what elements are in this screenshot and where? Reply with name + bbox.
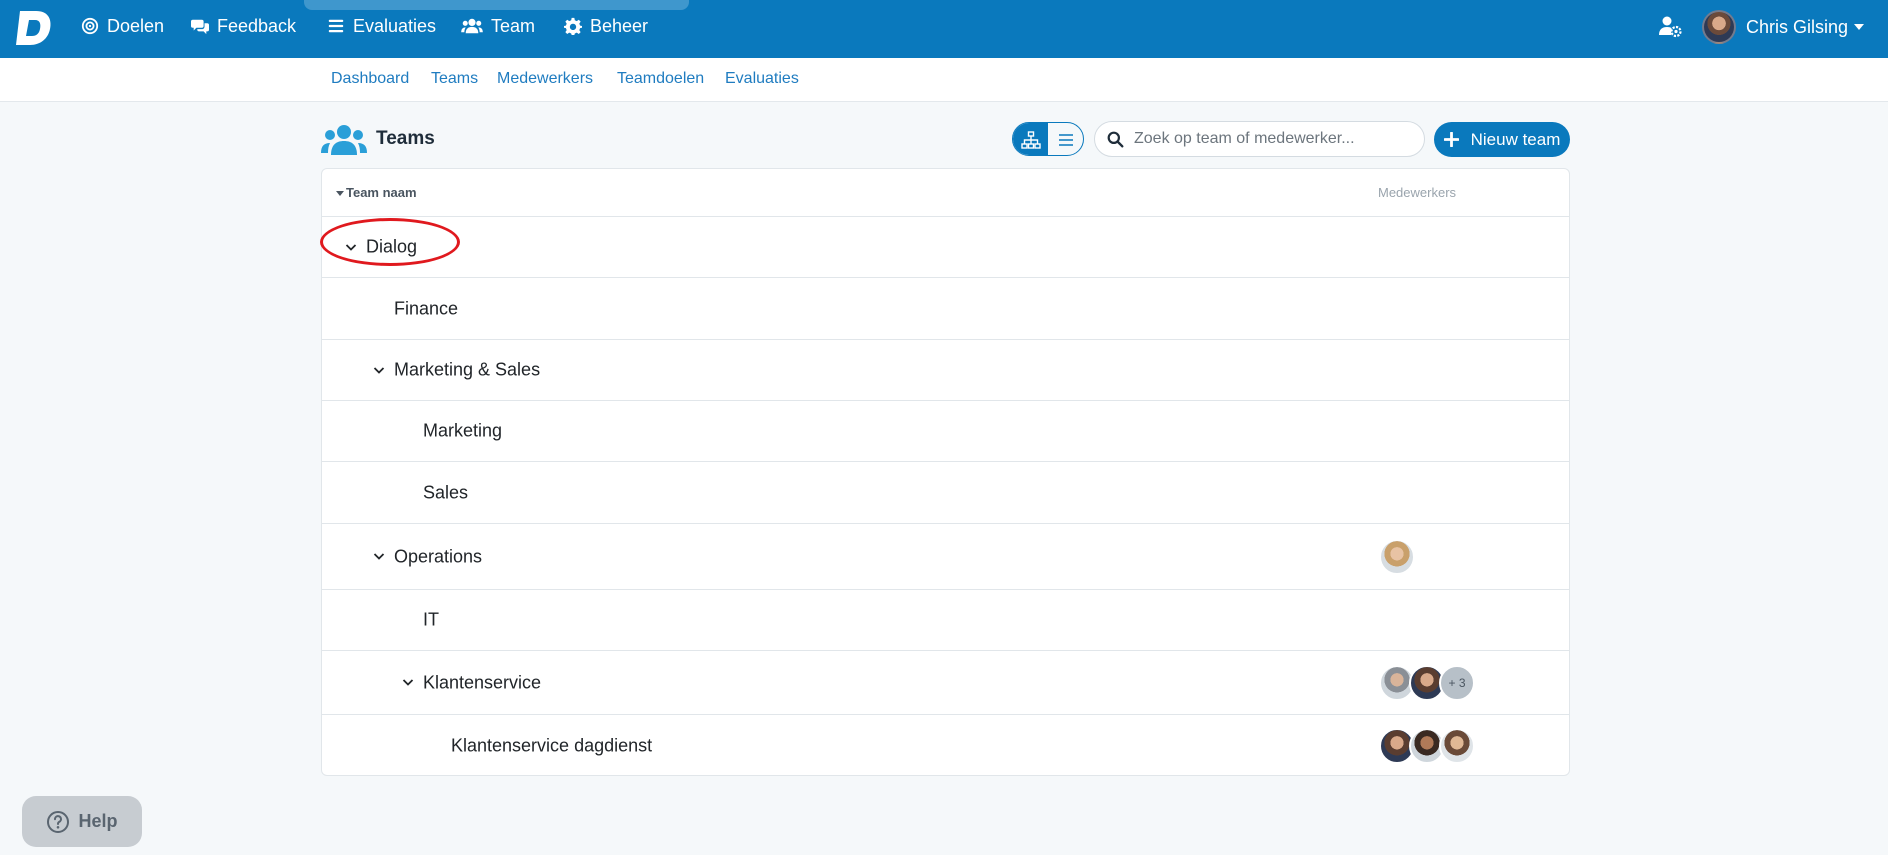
nav-team-label: Team [491,15,536,36]
new-team-button[interactable]: Nieuw team [1434,122,1570,157]
list-icon [328,19,344,33]
search-icon [1107,131,1124,147]
new-team-label: Nieuw team [1470,129,1561,149]
table-row[interactable]: Sales [322,462,1569,524]
sort-caret-icon [336,191,344,196]
top-navbar: Doelen Feedback Evaluaties Team Beheer C… [0,0,1888,58]
chevron-down-icon[interactable] [372,550,386,564]
nav-feedback-label: Feedback [217,15,297,36]
member-avatar[interactable] [1379,538,1415,575]
help-label: Help [78,811,118,831]
sub-navigation: Dashboard Teams Medewerkers Teamdoelen E… [0,58,1888,102]
nav-team[interactable]: Team [461,14,535,38]
chevron-down-icon[interactable] [372,363,386,377]
plus-icon [1443,132,1459,147]
table-row[interactable]: Marketing & Sales [322,340,1569,401]
nav-feedback[interactable]: Feedback [191,14,296,38]
table-row[interactable]: Operations [322,524,1569,590]
team-name: Sales [423,482,469,502]
table-row[interactable]: Klantenservice dagdienst [322,715,1569,777]
team-name: Dialog [366,236,418,257]
team-name-cell: Klantenservice dagdienst [451,736,652,757]
caret-down-icon [1854,24,1865,30]
team-name-cell: Finance [394,298,458,319]
target-icon [81,17,99,35]
nav-evaluaties-label: Evaluaties [353,15,437,36]
column-header-team-name-label: Team naam [346,185,417,200]
member-avatars [1379,728,1475,764]
chevron-down-icon[interactable] [344,240,358,254]
nav-beheer[interactable]: Beheer [564,14,648,38]
subnav-teamdoelen[interactable]: Teamdoelen [617,70,704,88]
nav-doelen-label: Doelen [107,15,165,36]
team-name-cell: Sales [423,482,468,503]
team-name: Klantenservice [423,672,542,692]
table-row[interactable]: Dialog [322,217,1569,278]
table-row[interactable]: Finance [322,278,1569,340]
user-menu[interactable]: Chris Gilsing [1702,10,1865,44]
subnav-medewerkers[interactable]: Medewerkers [497,70,593,88]
team-name-cell: Operations [372,546,482,567]
users-icon [461,18,483,34]
column-header-members: Medewerkers [1378,185,1457,200]
team-name-cell: Marketing [423,421,502,442]
team-name-cell: Marketing & Sales [372,360,540,381]
column-header-team-name[interactable]: Team naam [336,185,417,200]
team-name: Operations [394,546,483,566]
teams-table: Team naam Medewerkers Dialog Finance Mar… [321,168,1570,776]
comments-icon [191,19,209,35]
sitemap-icon [1020,131,1041,149]
page-title: Teams [376,128,435,149]
more-members-badge[interactable]: + 3 [1439,664,1475,701]
nav-doelen[interactable]: Doelen [81,14,164,38]
team-name: Finance [394,298,459,318]
subnav-dashboard[interactable]: Dashboard [331,70,409,88]
nav-beheer-label: Beheer [590,15,649,36]
teams-icon [321,125,367,155]
subnav-evaluaties[interactable]: Evaluaties [725,70,799,88]
gear-icon [564,17,582,35]
chevron-down-icon[interactable] [401,676,415,690]
member-avatar[interactable] [1439,728,1475,764]
subnav-teams[interactable]: Teams [431,70,478,88]
search-input[interactable] [1134,130,1404,148]
team-name: Klantenservice dagdienst [451,735,653,756]
team-name-cell: Dialog [344,237,417,258]
list-view-button[interactable] [1048,123,1083,155]
table-row[interactable]: IT [322,590,1569,651]
view-toggle [1012,122,1084,156]
question-circle-icon [47,810,70,833]
table-header: Team naam Medewerkers [322,169,1569,217]
list-lines-icon [1058,134,1073,146]
team-name-cell: IT [423,610,439,631]
user-name: Chris Gilsing [1746,16,1849,37]
team-name: Marketing & Sales [394,359,541,380]
team-name: Marketing [423,420,503,441]
user-settings-icon[interactable] [1658,14,1682,38]
team-name: IT [423,609,439,630]
nav-evaluaties[interactable]: Evaluaties [327,14,436,38]
member-avatars: + 3 [1379,664,1475,701]
member-avatars [1379,538,1415,575]
active-tab-indicator [304,0,689,10]
table-row[interactable]: Klantenservice + 3 [322,651,1569,715]
help-button[interactable]: Help [22,796,142,847]
search-field[interactable] [1094,121,1425,157]
app-logo[interactable] [14,7,54,47]
tree-view-button[interactable] [1013,123,1048,155]
team-name-cell: Klantenservice [401,672,541,693]
user-avatar [1702,10,1736,44]
table-row[interactable]: Marketing [322,401,1569,462]
